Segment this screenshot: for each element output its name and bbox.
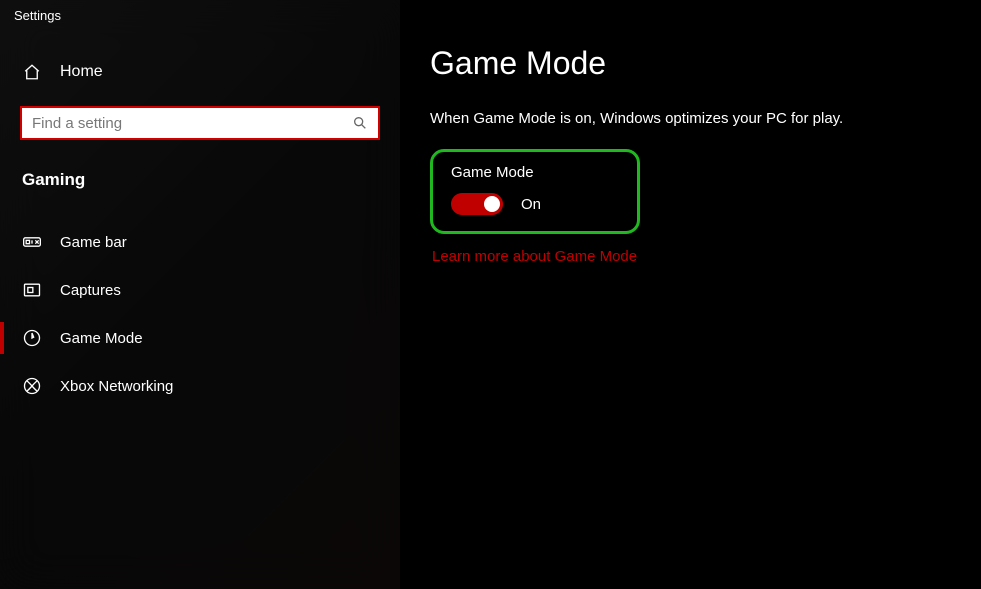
search-wrap xyxy=(20,106,380,140)
game-mode-highlight-box: Game Mode On xyxy=(430,149,640,234)
main-content: Game Mode When Game Mode is on, Windows … xyxy=(400,0,981,589)
search-box[interactable] xyxy=(20,106,380,140)
sidebar-item-label: Game Mode xyxy=(60,330,143,347)
window-title: Settings xyxy=(0,0,400,27)
sidebar-item-game-bar[interactable]: Game bar xyxy=(0,218,400,266)
toggle-state: On xyxy=(521,196,541,213)
search-icon xyxy=(352,115,368,131)
gamebar-icon xyxy=(22,232,42,252)
page-description: When Game Mode is on, Windows optimizes … xyxy=(430,110,981,127)
nav-list: Game bar Captures Game Mode xyxy=(0,218,400,410)
page-title: Game Mode xyxy=(430,45,981,82)
home-label: Home xyxy=(60,63,103,81)
home-icon xyxy=(22,62,42,82)
home-button[interactable]: Home xyxy=(0,27,400,100)
sidebar-item-label: Xbox Networking xyxy=(60,378,173,395)
toggle-row: On xyxy=(451,193,619,215)
sidebar-item-label: Captures xyxy=(60,282,121,299)
sidebar-item-game-mode[interactable]: Game Mode xyxy=(0,314,400,362)
captures-icon xyxy=(22,280,42,300)
learn-more-link[interactable]: Learn more about Game Mode xyxy=(430,248,637,265)
toggle-label: Game Mode xyxy=(451,164,619,181)
sidebar-item-label: Game bar xyxy=(60,234,127,251)
sidebar-item-captures[interactable]: Captures xyxy=(0,266,400,314)
gamemode-icon xyxy=(22,328,42,348)
toggle-knob xyxy=(484,196,500,212)
sidebar: Settings Home Gaming xyxy=(0,0,400,589)
sidebar-item-xbox-networking[interactable]: Xbox Networking xyxy=(0,362,400,410)
xbox-icon xyxy=(22,376,42,396)
category-heading: Gaming xyxy=(0,140,400,200)
search-input[interactable] xyxy=(32,115,352,132)
game-mode-toggle[interactable] xyxy=(451,193,503,215)
